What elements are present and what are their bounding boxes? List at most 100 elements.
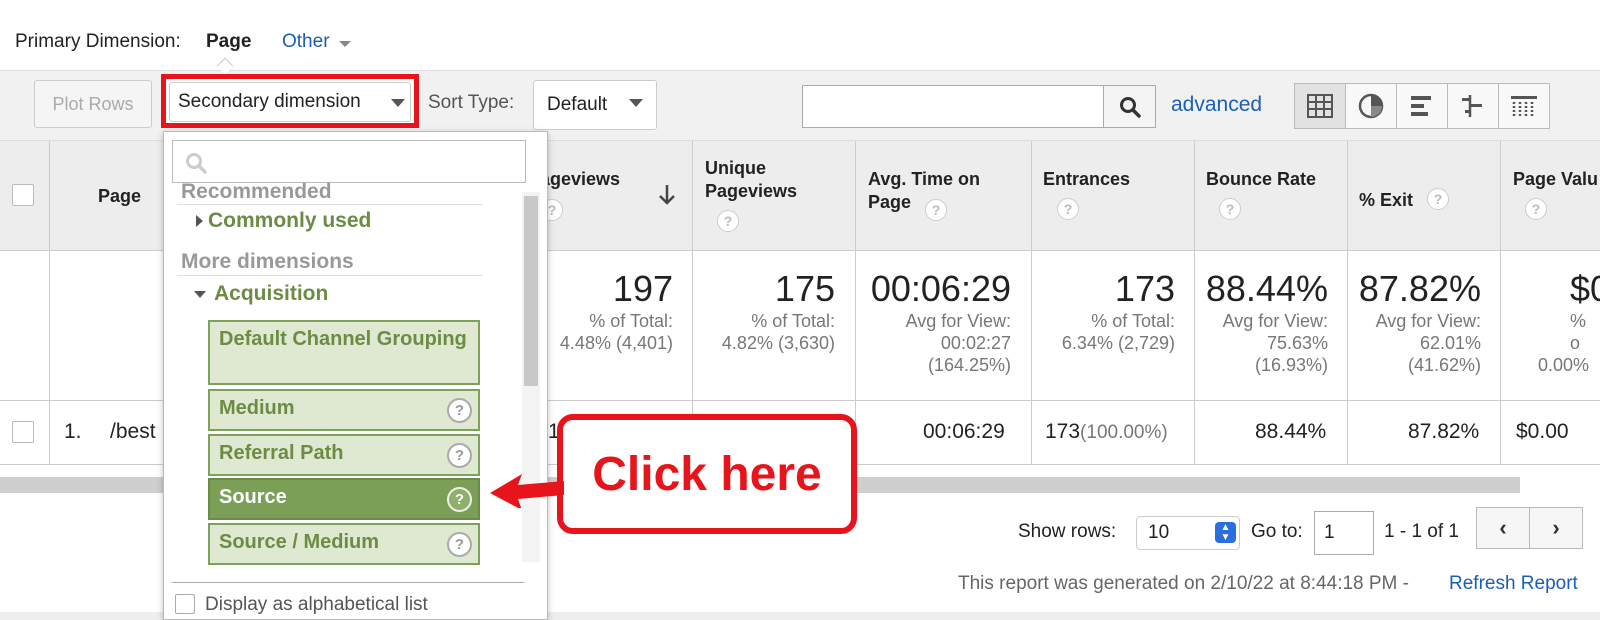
- view-performance-button[interactable]: [1396, 83, 1448, 129]
- total-caption: % o: [1570, 311, 1587, 353]
- alphabetical-checkbox[interactable]: [175, 594, 195, 614]
- dimension-option-referral-path[interactable]: Referral Path ?: [208, 434, 480, 476]
- column-header-unique-pageviews[interactable]: Unique Pageviews: [705, 157, 845, 203]
- primary-dimension-other[interactable]: Other: [282, 31, 330, 53]
- next-page-button[interactable]: ›: [1529, 507, 1583, 549]
- grid-icon: [1307, 94, 1333, 118]
- select-all-checkbox[interactable]: [12, 184, 34, 206]
- advanced-filter-link[interactable]: advanced: [1171, 93, 1262, 117]
- expand-down-icon[interactable]: [194, 291, 206, 298]
- dimension-option-source[interactable]: Source ?: [208, 478, 480, 520]
- help-icon[interactable]: ?: [1427, 188, 1449, 210]
- arrow-icon: [490, 474, 564, 508]
- column-divider: [1347, 141, 1348, 465]
- goto-label: Go to:: [1251, 521, 1303, 542]
- commonly-used-toggle[interactable]: Commonly used: [208, 209, 371, 233]
- total-caption: Avg for View:: [1375, 311, 1481, 331]
- total-value: $0: [1570, 268, 1600, 309]
- bar-icon: [1411, 96, 1431, 116]
- column-header-bounce-rate[interactable]: Bounce Rate: [1206, 168, 1316, 191]
- sort-arrow-icon[interactable]: [658, 184, 676, 211]
- column-divider: [1500, 141, 1501, 465]
- total-value: 173: [1114, 268, 1175, 309]
- column-header-entrances[interactable]: Entrances: [1043, 168, 1130, 191]
- option-label: Medium: [219, 397, 295, 419]
- view-pivot-button[interactable]: [1498, 83, 1550, 129]
- pivot-icon: [1511, 96, 1537, 116]
- row-entrances-pct: (100.00%): [1080, 422, 1168, 443]
- expand-right-icon[interactable]: [196, 215, 203, 227]
- table-search-input[interactable]: [802, 85, 1104, 128]
- dimension-search-input[interactable]: [172, 140, 526, 183]
- view-grid-button[interactable]: [1294, 83, 1346, 129]
- prev-page-button[interactable]: ‹: [1476, 507, 1530, 549]
- row-entrances: 173(100.00%): [1045, 420, 1168, 444]
- row-avg-time: 00:06:29: [923, 420, 1005, 443]
- sort-type-label: Sort Type:: [428, 92, 515, 113]
- total-value: 175: [774, 268, 835, 309]
- show-rows-label: Show rows:: [1018, 521, 1117, 542]
- option-label: Default Channel Grouping: [219, 328, 467, 350]
- total-caption: 4.82% (3,630): [721, 333, 835, 353]
- search-icon: [1119, 96, 1141, 118]
- total-caption: % of Total:: [1091, 311, 1175, 331]
- column-header-exit[interactable]: % Exit: [1359, 189, 1413, 212]
- refresh-report-link[interactable]: Refresh Report: [1449, 573, 1578, 595]
- section-recommended: Recommended: [181, 180, 332, 200]
- callout-box: Click here: [557, 414, 857, 534]
- help-icon[interactable]: ?: [447, 487, 472, 512]
- help-icon[interactable]: ?: [1219, 198, 1241, 220]
- row-exit: 87.82%: [1408, 420, 1480, 443]
- chevron-down-icon[interactable]: [629, 99, 643, 107]
- callout-text: Click here: [592, 447, 822, 501]
- totals-bounce-rate: 88.44% Avg for View: 75.63% (16.93%): [1190, 268, 1328, 376]
- acquisition-toggle[interactable]: Acquisition: [214, 282, 328, 306]
- total-caption: 75.63%: [1266, 333, 1328, 353]
- totals-avg-time: 00:06:29 Avg for View: 00:02:27 (164.25%…: [856, 268, 1011, 376]
- dimension-option-source-medium[interactable]: Source / Medium ?: [208, 523, 480, 565]
- row-range: 1 - 1 of 1: [1384, 521, 1459, 542]
- view-comparison-button[interactable]: [1447, 83, 1499, 129]
- row-checkbox[interactable]: [12, 421, 34, 443]
- dimension-option-default-channel-grouping[interactable]: Default Channel Grouping: [208, 320, 480, 385]
- search-button[interactable]: [1103, 85, 1156, 128]
- column-header-page-value[interactable]: Page Valu: [1513, 168, 1598, 191]
- total-caption: (41.62%): [1407, 355, 1481, 375]
- option-label: Source / Medium: [219, 531, 380, 553]
- stepper-icon[interactable]: ▲ ▼: [1215, 522, 1236, 543]
- secondary-dimension-button[interactable]: Secondary dimension: [169, 82, 411, 122]
- row-page-link[interactable]: /best: [110, 420, 156, 444]
- plot-rows-button[interactable]: Plot Rows: [34, 80, 152, 128]
- primary-dimension-label: Primary Dimension:: [15, 31, 181, 52]
- total-value: 88.44%: [1205, 268, 1328, 309]
- total-value: 87.82%: [1358, 268, 1481, 309]
- primary-dimension-page[interactable]: Page: [206, 31, 251, 53]
- row-entrances-value: 173: [1045, 420, 1081, 443]
- totals-page-value: $0 % o 0.00%: [1528, 268, 1600, 376]
- help-icon[interactable]: ?: [1057, 198, 1079, 220]
- total-caption: 00:02:27: [940, 333, 1011, 353]
- column-header-page[interactable]: Page: [98, 185, 141, 208]
- column-divider: [1194, 141, 1195, 465]
- chevron-down-icon[interactable]: [339, 41, 351, 47]
- dropdown-scroll-thumb[interactable]: [524, 196, 538, 386]
- chevron-left-icon: ‹: [1499, 515, 1507, 540]
- search-icon: [186, 153, 207, 174]
- help-icon[interactable]: ?: [447, 443, 472, 468]
- chevron-down-icon[interactable]: [391, 99, 405, 107]
- alphabetical-label[interactable]: Display as alphabetical list: [205, 594, 428, 616]
- goto-input[interactable]: 1: [1314, 511, 1374, 555]
- help-icon[interactable]: ?: [925, 199, 947, 221]
- total-caption: (16.93%): [1254, 355, 1328, 375]
- secondary-dimension-dropdown: Recommended Commonly used More dimension…: [163, 131, 548, 620]
- help-icon[interactable]: ?: [447, 532, 472, 557]
- view-pie-button[interactable]: [1345, 83, 1397, 129]
- dimension-option-medium[interactable]: Medium ?: [208, 389, 480, 431]
- help-icon[interactable]: ?: [1525, 198, 1547, 220]
- totals-entrances: 173 % of Total: 6.34% (2,729): [1030, 268, 1175, 354]
- help-icon[interactable]: ?: [717, 210, 739, 232]
- help-icon[interactable]: ?: [447, 398, 472, 423]
- total-caption: (164.25%): [927, 355, 1011, 375]
- generated-note: This report was generated on 2/10/22 at …: [958, 573, 1409, 594]
- column-header-pageviews[interactable]: ageviews: [540, 168, 620, 191]
